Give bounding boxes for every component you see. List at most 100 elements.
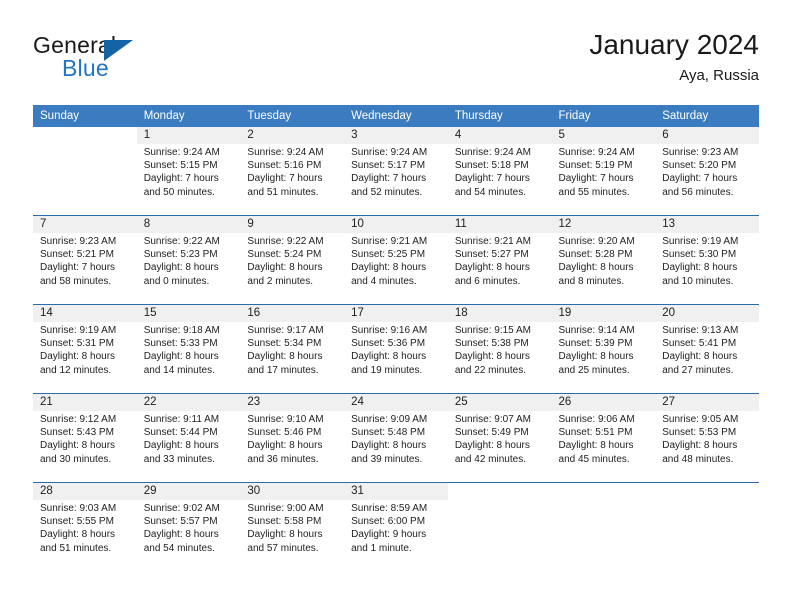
day-detail-line: Sunset: 5:43 PM (40, 427, 114, 439)
day-number: 25 (447, 394, 552, 411)
day-detail-line: and 42 minutes. (454, 453, 526, 465)
calendar-day-cell[interactable]: 8 Sunrise: 9:22 AM Sunset: 5:23 PM Daylight… (136, 215, 241, 305)
day-detail-line: Sunset: 5:18 PM (454, 160, 529, 172)
day-detail-line: Daylight: 8 hours (247, 262, 323, 274)
day-number: 20 (655, 305, 759, 322)
day-number: 30 (240, 483, 345, 500)
calendar-day-cell[interactable]: 11 Sunrise: 9:21 AM Sunset: 5:27 PM Dayligh… (447, 215, 552, 305)
day-detail-line: Sunset: 5:53 PM (662, 427, 737, 439)
calendar-day-cell[interactable]: 9 Sunrise: 9:22 AM Sunset: 5:24 PM Daylight… (240, 215, 345, 305)
day-detail-line: Sunrise: 9:24 AM (351, 147, 428, 158)
calendar-day-cell[interactable]: 27 Sunrise: 9:05 AM Sunset: 5:53 PM Dayligh… (655, 393, 759, 483)
day-detail-line: Daylight: 7 hours (40, 262, 116, 274)
day-detail-line: Sunset: 5:36 PM (351, 338, 426, 350)
day-detail-line: Sunrise: 9:18 AM (143, 325, 220, 336)
day-detail-line: Sunrise: 9:02 AM (143, 503, 220, 514)
day-detail-line: Daylight: 8 hours (662, 351, 738, 363)
calendar-day-cell[interactable]: 12 Sunrise: 9:20 AM Sunset: 5:28 PM Dayligh… (551, 215, 656, 305)
day-detail-line: Sunset: 5:20 PM (662, 160, 737, 172)
weekday-header-friday: Friday (551, 105, 656, 127)
calendar-day-cell[interactable]: 15 Sunrise: 9:18 AM Sunset: 5:33 PM Dayligh… (136, 304, 241, 394)
calendar-day-cell[interactable]: 23 Sunrise: 9:10 AM Sunset: 5:46 PM Dayligh… (240, 393, 345, 483)
calendar-week-row: 1 Sunrise: 9:24 AM Sunset: 5:15 PM Daylight… (33, 127, 759, 216)
calendar-day-cell[interactable]: 30 Sunrise: 9:00 AM Sunset: 5:58 PM Dayligh… (240, 482, 345, 571)
calendar-day-cell[interactable]: 20 Sunrise: 9:13 AM Sunset: 5:41 PM Dayligh… (655, 304, 759, 394)
day-detail-line: Daylight: 8 hours (40, 529, 116, 541)
weekday-header-wednesday: Wednesday (344, 105, 448, 127)
day-details: Sunrise: 9:02 AM Sunset: 5:57 PM Daylight:… (137, 500, 241, 555)
calendar-day-cell[interactable]: 21 Sunrise: 9:12 AM Sunset: 5:43 PM Dayligh… (33, 393, 137, 483)
calendar-day-cell[interactable]: 1 Sunrise: 9:24 AM Sunset: 5:15 PM Daylight… (136, 127, 241, 216)
day-detail-line: and 14 minutes. (143, 364, 215, 376)
day-detail-line: Sunset: 5:39 PM (558, 338, 633, 350)
day-details: Sunrise: 9:16 AM Sunset: 5:36 PM Daylight:… (344, 322, 448, 377)
day-detail-line: and 39 minutes. (351, 453, 423, 465)
weekday-header-tuesday: Tuesday (240, 105, 345, 127)
day-detail-line: Sunset: 5:55 PM (40, 516, 114, 528)
day-detail-line: Sunset: 5:15 PM (143, 160, 218, 172)
day-detail-line: Sunrise: 9:03 AM (40, 503, 117, 514)
calendar-day-cell[interactable]: 7 Sunrise: 9:23 AM Sunset: 5:21 PM Daylight… (33, 215, 137, 305)
day-details: Sunrise: 9:19 AM Sunset: 5:30 PM Daylight:… (655, 233, 759, 288)
day-detail-line: and 6 minutes. (454, 275, 521, 287)
day-details: Sunrise: 9:11 AM Sunset: 5:44 PM Daylight:… (137, 411, 241, 466)
day-detail-line: Daylight: 8 hours (558, 351, 634, 363)
day-detail-line: and 27 minutes. (662, 364, 734, 376)
day-detail-line: Sunrise: 9:23 AM (40, 236, 117, 247)
day-detail-line: Daylight: 8 hours (454, 351, 530, 363)
calendar-day-cell[interactable]: 18 Sunrise: 9:15 AM Sunset: 5:38 PM Dayligh… (447, 304, 552, 394)
calendar-day-cell[interactable]: 6 Sunrise: 9:23 AM Sunset: 5:20 PM Daylight… (655, 127, 759, 216)
weekday-header-row: Sunday Monday Tuesday Wednesday Thursday… (33, 105, 759, 127)
calendar-day-cell[interactable]: 25 Sunrise: 9:07 AM Sunset: 5:49 PM Dayligh… (447, 393, 552, 483)
day-number: 12 (551, 216, 656, 233)
day-details: Sunrise: 9:03 AM Sunset: 5:55 PM Daylight:… (33, 500, 137, 555)
day-number: 22 (136, 394, 241, 411)
day-detail-line: and 52 minutes. (351, 186, 423, 198)
day-detail-line: Sunset: 5:33 PM (143, 338, 218, 350)
calendar-day-cell[interactable]: 24 Sunrise: 9:09 AM Sunset: 5:48 PM Dayligh… (344, 393, 448, 483)
calendar-day-cell[interactable]: 3 Sunrise: 9:24 AM Sunset: 5:17 PM Daylight… (344, 127, 448, 216)
brand-logo[interactable]: General Blue (33, 32, 233, 88)
calendar-day-cell[interactable]: 5 Sunrise: 9:24 AM Sunset: 5:19 PM Daylight… (551, 127, 656, 216)
day-detail-line: and 55 minutes. (558, 186, 630, 198)
calendar-empty-cell (655, 482, 759, 571)
calendar-body: 1 Sunrise: 9:24 AM Sunset: 5:15 PM Daylight… (33, 127, 759, 571)
calendar-day-cell[interactable]: 31 Sunrise: 8:59 AM Sunset: 6:00 PM Dayligh… (344, 482, 448, 571)
calendar-day-cell[interactable]: 29 Sunrise: 9:02 AM Sunset: 5:57 PM Dayligh… (136, 482, 241, 571)
calendar-day-cell[interactable]: 28 Sunrise: 9:03 AM Sunset: 5:55 PM Dayligh… (33, 482, 137, 571)
day-detail-line: Sunset: 5:30 PM (662, 249, 737, 261)
day-detail-line: and 36 minutes. (247, 453, 319, 465)
day-number: 15 (136, 305, 241, 322)
day-detail-line: Daylight: 8 hours (351, 262, 427, 274)
calendar-day-cell[interactable]: 22 Sunrise: 9:11 AM Sunset: 5:44 PM Dayligh… (136, 393, 241, 483)
day-details: Sunrise: 9:21 AM Sunset: 5:25 PM Daylight:… (344, 233, 448, 288)
calendar-day-cell[interactable]: 19 Sunrise: 9:14 AM Sunset: 5:39 PM Dayligh… (551, 304, 656, 394)
day-detail-line: Sunrise: 9:05 AM (662, 414, 739, 425)
day-details: Sunrise: 9:06 AM Sunset: 5:51 PM Daylight:… (552, 411, 656, 466)
day-detail-line: Sunset: 5:48 PM (351, 427, 426, 439)
day-detail-line: Daylight: 7 hours (351, 173, 427, 185)
calendar-day-cell[interactable]: 4 Sunrise: 9:24 AM Sunset: 5:18 PM Daylight… (447, 127, 552, 216)
day-detail-line: Daylight: 8 hours (558, 440, 634, 452)
day-detail-line: Daylight: 8 hours (143, 351, 219, 363)
calendar-day-cell[interactable]: 10 Sunrise: 9:21 AM Sunset: 5:25 PM Dayligh… (344, 215, 448, 305)
calendar-day-cell[interactable]: 16 Sunrise: 9:17 AM Sunset: 5:34 PM Dayligh… (240, 304, 345, 394)
day-details: Sunrise: 9:00 AM Sunset: 5:58 PM Daylight:… (240, 500, 344, 555)
day-details: Sunrise: 9:24 AM Sunset: 5:18 PM Daylight:… (448, 144, 552, 199)
day-detail-line: and 30 minutes. (40, 453, 112, 465)
day-number: 7 (33, 216, 137, 233)
day-detail-line: Daylight: 8 hours (662, 440, 738, 452)
calendar-day-cell[interactable]: 2 Sunrise: 9:24 AM Sunset: 5:16 PM Daylight… (240, 127, 345, 216)
calendar-day-cell[interactable]: 17 Sunrise: 9:16 AM Sunset: 5:36 PM Dayligh… (344, 304, 448, 394)
weekday-header-saturday: Saturday (655, 105, 759, 127)
day-detail-line: and 54 minutes. (454, 186, 526, 198)
day-detail-line: Sunset: 5:24 PM (247, 249, 322, 261)
day-number: 21 (33, 394, 137, 411)
day-number (551, 483, 656, 500)
day-detail-line: Daylight: 8 hours (247, 440, 323, 452)
calendar-day-cell[interactable]: 26 Sunrise: 9:06 AM Sunset: 5:51 PM Dayligh… (551, 393, 656, 483)
calendar-day-cell[interactable]: 13 Sunrise: 9:19 AM Sunset: 5:30 PM Dayligh… (655, 215, 759, 305)
day-number: 11 (447, 216, 552, 233)
day-detail-line: Sunrise: 9:15 AM (454, 325, 531, 336)
calendar-day-cell[interactable]: 14 Sunrise: 9:19 AM Sunset: 5:31 PM Dayligh… (33, 304, 137, 394)
